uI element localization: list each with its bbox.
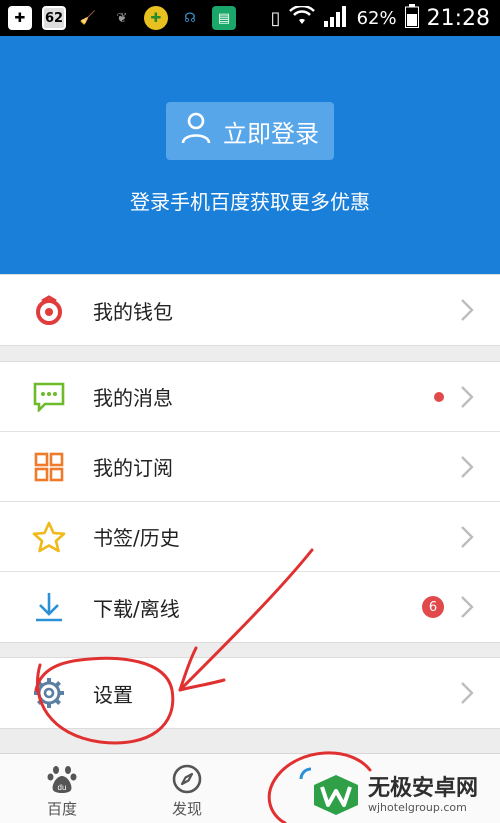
baidu-paw-icon: du bbox=[17, 762, 107, 796]
menu-item-label: 下载/离线 bbox=[93, 596, 180, 621]
plus-notification-icon: ✚ bbox=[8, 6, 32, 30]
watermark: 无极安卓网 wjhotelgroup.com bbox=[310, 770, 496, 820]
nav-label: 发现 bbox=[171, 800, 202, 818]
watermark-url: wjhotelgroup.com bbox=[368, 800, 467, 814]
status-bar: ✚ 62 🧹 ❦ ✚ ☊ ▤ ▯ 62% 21:28 bbox=[0, 0, 500, 36]
menu-item-settings[interactable]: 设置 bbox=[0, 658, 500, 728]
message-icon bbox=[30, 378, 68, 416]
menu-item-label: 设置 bbox=[93, 682, 133, 707]
menu-item-bookmarks-history[interactable]: 书签/历史 bbox=[0, 502, 500, 572]
menu-group-settings: 设置 bbox=[0, 657, 500, 729]
wifi-icon bbox=[288, 4, 315, 31]
chevron-right-icon bbox=[461, 596, 474, 618]
user-icon bbox=[181, 112, 211, 150]
vibrate-icon: ▯ bbox=[270, 7, 281, 29]
broom-icon: 🧹 bbox=[79, 10, 97, 26]
chevron-right-icon bbox=[461, 386, 474, 408]
gear-icon bbox=[30, 674, 68, 712]
menu-group-wallet: 我的钱包 bbox=[0, 274, 500, 346]
login-button[interactable]: 立即登录 bbox=[166, 102, 334, 160]
chevron-right-icon bbox=[461, 299, 474, 321]
shield-app-icon: ✚ bbox=[144, 6, 168, 30]
menu-group-main: 我的消息 我的订阅 书签/历史 下载/离线 6 bbox=[0, 361, 500, 643]
battery-percent: 62% bbox=[356, 7, 397, 29]
menu-item-label: 我的订阅 bbox=[93, 456, 173, 480]
download-count-badge: 6 bbox=[422, 596, 444, 618]
chevron-right-icon bbox=[461, 682, 474, 704]
leaf-icon: ❦ bbox=[116, 10, 128, 26]
menu-item-messages[interactable]: 我的消息 bbox=[0, 362, 500, 432]
wallet-icon bbox=[30, 291, 68, 329]
nav-label: 百度 bbox=[46, 800, 77, 818]
menu-item-label: 书签/历史 bbox=[93, 526, 180, 550]
subscription-grid-icon bbox=[30, 448, 68, 486]
login-button-label: 立即登录 bbox=[223, 119, 319, 148]
download-icon bbox=[30, 588, 68, 626]
chevron-right-icon bbox=[461, 526, 474, 548]
menu-item-wallet[interactable]: 我的钱包 bbox=[0, 275, 500, 345]
unread-dot bbox=[434, 392, 444, 402]
menu-item-subscriptions[interactable]: 我的订阅 bbox=[0, 432, 500, 502]
star-icon bbox=[30, 518, 68, 556]
signal-icon bbox=[323, 5, 349, 32]
reader-app-icon: ▤ bbox=[212, 6, 236, 30]
login-subtitle: 登录手机百度获取更多优惠 bbox=[130, 190, 370, 214]
menu-item-label: 我的钱包 bbox=[93, 299, 173, 324]
watermark-logo-icon bbox=[310, 773, 362, 817]
svg-text:du: du bbox=[58, 783, 67, 792]
nav-item-baidu[interactable]: du 百度 bbox=[17, 762, 107, 819]
menu-item-downloads[interactable]: 下载/离线 6 bbox=[0, 572, 500, 642]
clock: 21:28 bbox=[426, 5, 490, 31]
watermark-name: 无极安卓网 bbox=[368, 775, 479, 801]
profile-header: 立即登录 登录手机百度获取更多优惠 bbox=[0, 36, 500, 274]
menu-item-label: 我的消息 bbox=[93, 386, 173, 410]
battery-icon bbox=[404, 3, 419, 33]
headset-icon: ☊ bbox=[184, 10, 196, 26]
nav-item-discover[interactable]: 发现 bbox=[142, 762, 232, 819]
compass-icon bbox=[142, 762, 232, 796]
chevron-right-icon bbox=[461, 456, 474, 478]
app-notification-icon: 62 bbox=[42, 6, 66, 30]
